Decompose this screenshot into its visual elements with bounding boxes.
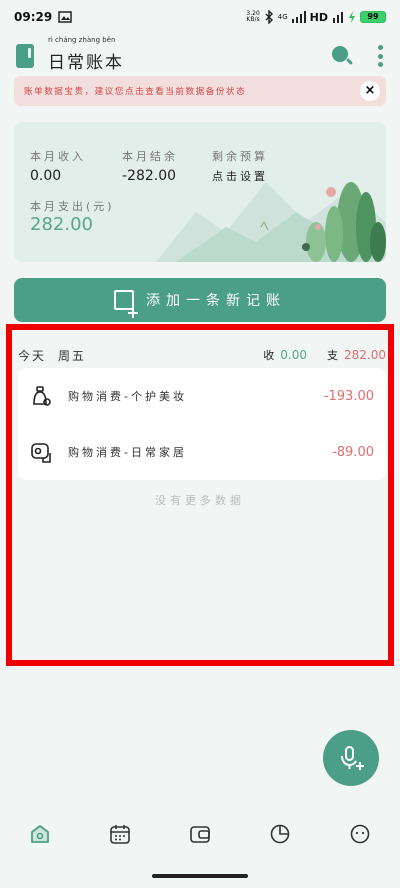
status-time: 09:29 [14,10,53,24]
budget-label: 剩余预算 [212,150,268,163]
calendar-icon [110,825,130,844]
no-more-data-text: 没有更多数据 [155,494,245,507]
cosmetics-icon [33,386,51,406]
voice-add-button[interactable] [323,730,379,786]
pie-chart-icon [270,824,290,844]
home-icon [31,825,49,843]
charging-icon [349,11,355,23]
expense-label: 本月支出(元) [30,200,115,213]
day-expense-label: 支 [327,349,338,362]
income-label: 本月收入 [30,150,86,163]
wifi-icon [333,12,343,23]
transaction-amount: -193.00 [323,388,374,404]
income-value: 0.00 [30,168,62,184]
nav-statistics[interactable] [260,814,300,854]
battery-icon: 99 [360,11,386,23]
monthly-summary-card: 本月收入 0.00 本月结余 -282.00 剩余预算 点击设置 本月支出(元)… [14,122,386,262]
day-income-value: 0.00 [280,348,307,362]
app-bar: rì cháng zhàng běn 日常账本 [0,34,400,78]
transaction-name: 购物消费-日常家居 [68,446,187,459]
image-notification-icon [58,11,72,23]
page-title-pinyin: rì cháng zhàng běn [48,35,116,44]
budget-set-link[interactable]: 点击设置 [212,168,268,184]
toilet-paper-icon [31,443,51,463]
weekday-label: 周五 [58,348,87,363]
wallet-icon [190,826,210,843]
add-record-button[interactable]: 添加一条新记账 [14,278,386,322]
day-expense-value: 282.00 [344,348,386,362]
day-header: 今天 周五 收 0.00 支 282.00 [18,344,386,366]
day-income-label: 收 [263,349,275,362]
close-icon[interactable]: × [360,81,380,101]
more-options-icon[interactable] [378,45,384,67]
page-title: rì cháng zhàng běn 日常账本 [48,35,124,73]
balance-label: 本月结余 [122,150,178,163]
nav-wallet[interactable] [180,814,220,854]
search-icon[interactable] [330,44,354,68]
mountain-plants-illustration [156,182,386,262]
home-indicator[interactable] [152,874,248,878]
bluetooth-icon [265,10,273,24]
nav-profile[interactable] [340,814,380,854]
signal-icon [291,11,306,23]
transaction-name: 购物消费-个护美妆 [68,390,187,403]
smiley-icon [350,824,370,844]
balance-value: -282.00 [122,168,177,184]
day-label: 今天 [18,348,47,363]
bottom-navigation [0,810,400,858]
transaction-row[interactable]: 购物消费-日常家居 -89.00 [18,424,386,480]
status-bar: 09:29 3.20 KB/s 4G HD 99 [0,0,400,34]
transaction-list: 购物消费-个护美妆 -193.00 购物消费-日常家居 -89.00 [18,368,386,480]
microphone-plus-icon [341,746,364,770]
expense-value: 282.00 [30,214,93,235]
transaction-row[interactable]: 购物消费-个护美妆 -193.00 [18,368,386,424]
ledger-book-icon [16,44,34,68]
hd-indicator: HD [309,10,328,24]
add-record-icon [114,290,138,318]
add-record-label: 添加一条新记账 [146,293,286,309]
network-type: 4G [277,13,288,21]
transactions-section: 今天 周五 收 0.00 支 282.00 购物消费-个护美妆 -193.00 [6,324,394,666]
nav-home[interactable] [20,814,60,854]
transaction-amount: -89.00 [332,444,374,460]
nav-calendar[interactable] [100,814,140,854]
backup-notice-banner[interactable]: 账单数据宝贵，建议您点击查看当前数据备份状态 × [14,76,386,106]
backup-notice-text: 账单数据宝贵，建议您点击查看当前数据备份状态 [24,87,247,97]
net-speed: 3.20 KB/s [246,10,260,23]
